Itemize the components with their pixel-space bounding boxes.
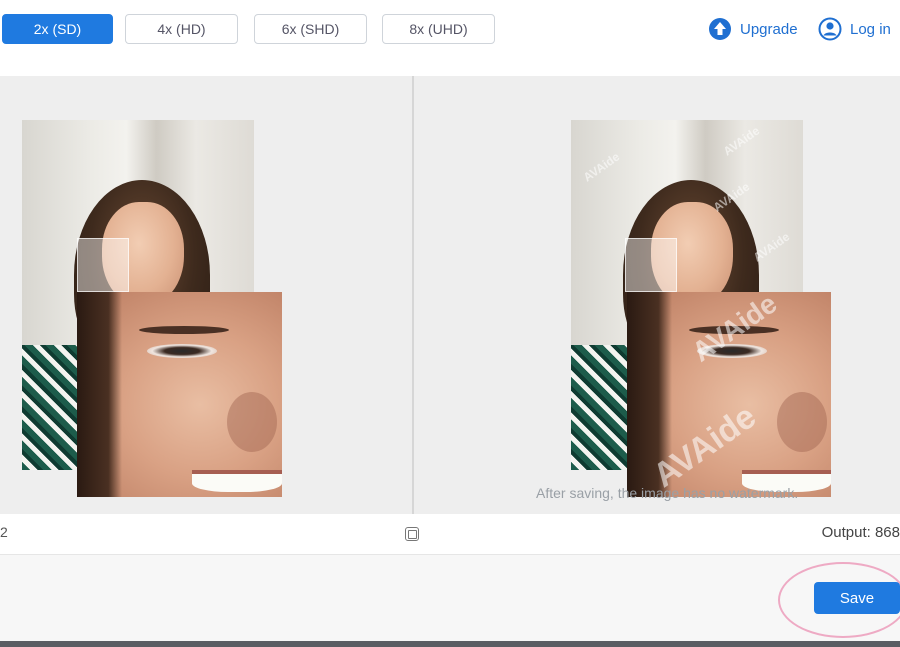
login-link[interactable]: Log in [818,14,891,44]
original-pane [0,76,412,514]
window-bottom-edge [0,641,900,647]
loupe-source-box [625,238,677,292]
enhanced-pane: AVAide AVAide AVAide AVAide AVAide AVAid… [414,76,900,514]
scale-6x-button[interactable]: 6x (SHD) [254,14,367,44]
output-size-label: Output: 868 [821,524,900,541]
watermark-note: After saving, the image has no watermark… [536,485,799,501]
save-button[interactable]: Save [814,582,900,614]
scale-8x-button[interactable]: 8x (UHD) [382,14,495,44]
input-size-label: 2 [0,524,8,540]
scale-4x-button[interactable]: 4x (HD) [125,14,238,44]
footer-bar [0,554,900,641]
upgrade-icon [708,17,732,41]
comparison-stage: AVAide AVAide AVAide AVAide AVAide AVAid… [0,76,900,514]
upgrade-label: Upgrade [740,20,798,38]
enhanced-zoom-loupe: AVAide AVAide [627,292,831,497]
status-bar: 2 Output: 868 [0,514,900,554]
original-zoom-loupe [77,292,282,497]
top-toolbar: 2x (SD) 4x (HD) 6x (SHD) 8x (UHD) Upgrad… [0,0,900,62]
upgrade-link[interactable]: Upgrade [708,14,798,44]
scale-2x-button[interactable]: 2x (SD) [2,14,113,44]
loupe-source-box[interactable] [77,238,129,292]
fit-view-icon[interactable] [405,527,419,541]
login-label: Log in [850,20,891,38]
user-icon [818,17,842,41]
